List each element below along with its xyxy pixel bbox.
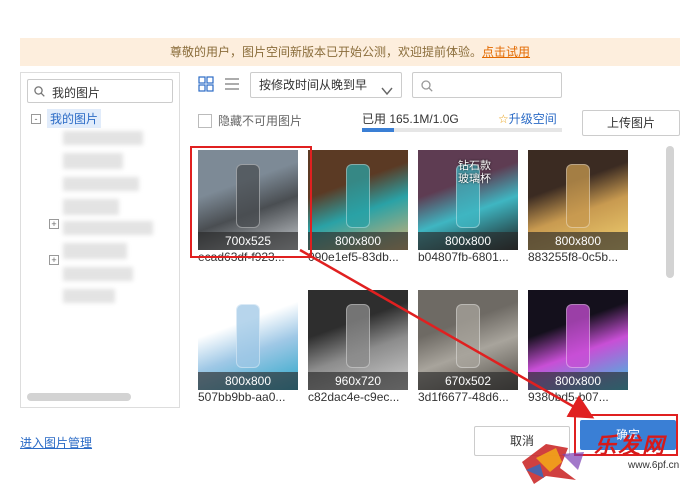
- watermark-text: 乐发网: [594, 433, 667, 458]
- image-management-link[interactable]: 进入图片管理: [20, 434, 92, 451]
- annotation-arrow: [299, 248, 595, 419]
- watermark-url: www.6pf.cn: [628, 460, 680, 471]
